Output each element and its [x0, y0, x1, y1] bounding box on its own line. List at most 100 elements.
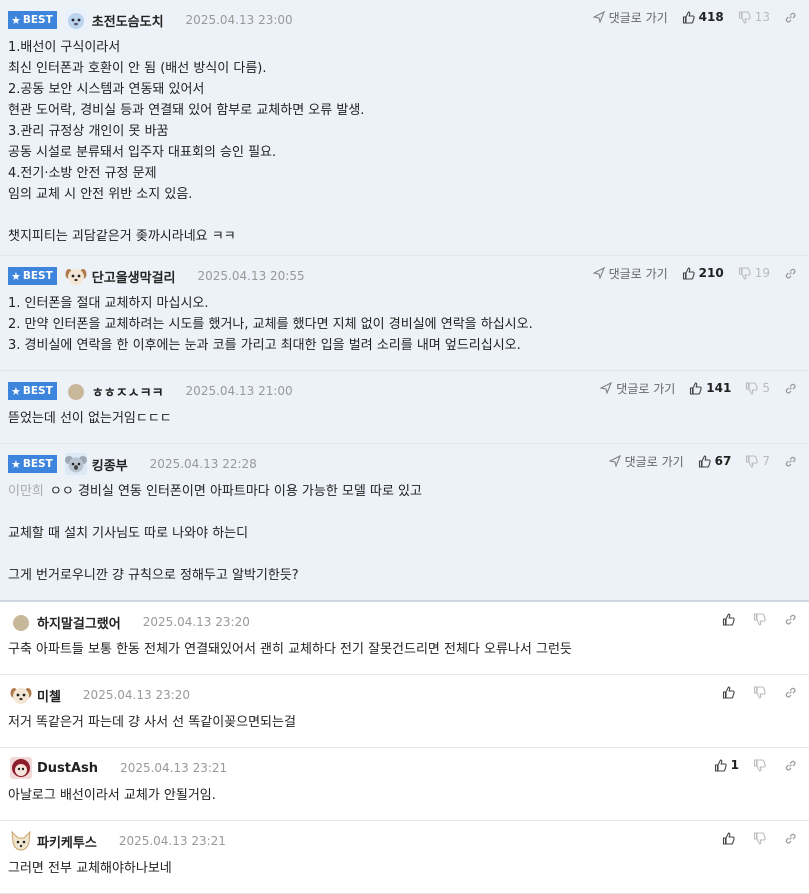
- comment-body: 1. 인터폰을 절대 교체하지 마십시오. 2. 만약 인터폰을 교체하려는 시도…: [8, 296, 533, 353]
- thumbs-down-icon: [746, 454, 759, 468]
- link-icon[interactable]: [784, 11, 801, 24]
- link-icon[interactable]: [784, 267, 801, 280]
- comment-header: 하지말걸그랬어 2025.04.13 23:20: [8, 609, 801, 635]
- best-badge: ★ BEST: [8, 382, 57, 400]
- comment-body: 이만희 ㅇㅇ 경비실 연동 인터폰이면 아파트마다 이용 가능한 모델 따로 있고…: [8, 484, 422, 583]
- star-icon: ★: [11, 457, 21, 471]
- nickname[interactable]: 하지말걸그랬어: [37, 613, 121, 632]
- comment-header: ★ BEST 초전도슴도치 2025.04.13 23:00 댓글로 가기 418…: [8, 7, 801, 33]
- comment-body: 1.배선이 구식이라서 최신 인터폰과 호환이 안 됨 (배선 방식이 다름). 2…: [8, 40, 365, 244]
- downvote-count: 5: [762, 381, 770, 395]
- comment-header: 파키케투스 2025.04.13 23:21: [8, 828, 801, 854]
- comment-date: 2025.04.13 21:00: [185, 384, 293, 398]
- comment-header: 미첼 2025.04.13 23:20: [8, 682, 801, 708]
- koala-icon[interactable]: [63, 451, 89, 477]
- comment-date: 2025.04.13 20:55: [197, 269, 305, 283]
- downvote-count: 7: [762, 454, 770, 468]
- upvote-count: 1: [730, 758, 739, 772]
- nickname[interactable]: 킹종부: [92, 455, 128, 474]
- reply-button[interactable]: 댓글로 가기: [608, 453, 684, 470]
- nickname[interactable]: 단고을생막걸리: [92, 267, 176, 286]
- character-avatar-icon[interactable]: [8, 755, 34, 781]
- mention-link[interactable]: 이만희: [8, 484, 44, 499]
- star-icon: ★: [11, 13, 21, 27]
- downvote-button[interactable]: [753, 685, 770, 699]
- comment-item: ★ BEST 단고을생막걸리 2025.04.13 20:55 댓글로 가기 21…: [0, 256, 809, 371]
- nickname[interactable]: 초전도슴도치: [92, 11, 164, 30]
- link-icon[interactable]: [784, 686, 801, 699]
- downvote-button[interactable]: 19: [738, 266, 770, 280]
- comment-item: DustAsh 2025.04.13 23:21 1 아날로그 배선이라서 교체…: [0, 748, 809, 821]
- default-avatar-icon[interactable]: [8, 609, 34, 635]
- thumbs-up-icon: [682, 10, 695, 24]
- comment-date: 2025.04.13 23:21: [120, 761, 228, 775]
- link-icon[interactable]: [784, 382, 801, 395]
- comment-actions: 1: [700, 755, 801, 775]
- reply-button[interactable]: 댓글로 가기: [592, 9, 668, 26]
- link-icon[interactable]: [784, 613, 801, 626]
- comment-body: 아날로그 배선이라서 교체가 안될거임.: [8, 788, 216, 803]
- downvote-button[interactable]: [753, 831, 770, 845]
- comment-header: DustAsh 2025.04.13 23:21 1: [8, 755, 801, 781]
- thumbs-up-icon: [698, 454, 711, 468]
- send-icon: [592, 267, 605, 279]
- upvote-count: 67: [714, 454, 732, 468]
- upvote-button[interactable]: [722, 831, 739, 845]
- thumbs-up-icon: [722, 685, 735, 699]
- downvote-button[interactable]: 7: [745, 454, 770, 468]
- comment-date: 2025.04.13 23:00: [185, 13, 293, 27]
- link-icon[interactable]: [784, 759, 801, 772]
- upvote-button[interactable]: 210: [682, 266, 724, 280]
- thumbs-up-icon: [722, 831, 735, 845]
- comment-date: 2025.04.13 23:20: [142, 615, 250, 629]
- thumbs-down-icon: [746, 381, 759, 395]
- nickname[interactable]: ㅎㅎㅈㅅㅋㅋ: [92, 382, 164, 401]
- nickname[interactable]: 미첼: [37, 686, 61, 705]
- comment-item: ★ BEST ㅎㅎㅈㅅㅋㅋ 2025.04.13 21:00 댓글로 가기 141…: [0, 371, 809, 444]
- downvote-button[interactable]: 5: [745, 381, 770, 395]
- nickname[interactable]: DustAsh: [37, 761, 98, 776]
- downvote-count: 19: [754, 266, 770, 280]
- upvote-button[interactable]: 67: [698, 454, 732, 468]
- best-badge: ★ BEST: [8, 11, 57, 29]
- thumbs-down-icon: [753, 685, 766, 699]
- downvote-button[interactable]: [753, 612, 770, 626]
- downvote-count: 13: [754, 10, 770, 24]
- hedgehog-icon[interactable]: [63, 7, 89, 33]
- upvote-button[interactable]: [722, 612, 739, 626]
- comment-body: 그러면 전부 교체해야하나보네: [8, 861, 172, 876]
- default-avatar-icon[interactable]: [63, 378, 89, 404]
- thumbs-up-icon: [690, 381, 702, 395]
- best-badge: ★ BEST: [8, 267, 57, 285]
- reply-button[interactable]: 댓글로 가기: [600, 380, 675, 397]
- comment-body: 구축 아파트들 보통 한동 전체가 연결돼있어서 괜히 교체하다 전기 잘못건드…: [8, 642, 572, 657]
- comment-body: 뜯었는데 선이 없는거임ㄷㄷㄷ: [8, 411, 172, 426]
- upvote-button[interactable]: 418: [682, 10, 724, 24]
- thumbs-up-icon: [682, 266, 695, 280]
- send-icon: [592, 11, 605, 23]
- comment-actions: 댓글로 가기 210 19: [579, 263, 801, 283]
- upvote-count: 210: [698, 266, 724, 280]
- reply-button[interactable]: 댓글로 가기: [592, 265, 668, 282]
- link-icon[interactable]: [784, 455, 801, 468]
- upvote-count: 418: [698, 10, 724, 24]
- comment-item: 하지말걸그랬어 2025.04.13 23:20 구축 아파트들 보통 한동 전…: [0, 602, 809, 675]
- upvote-button[interactable]: 141: [689, 381, 731, 395]
- downvote-button[interactable]: [753, 758, 770, 772]
- upvote-button[interactable]: 1: [714, 758, 739, 772]
- comment-date: 2025.04.13 23:21: [118, 834, 226, 848]
- puppy-icon[interactable]: [63, 263, 89, 289]
- upvote-button[interactable]: [722, 685, 739, 699]
- thumbs-down-icon: [753, 612, 766, 626]
- downvote-button[interactable]: 13: [738, 10, 770, 24]
- thumbs-up-icon: [714, 758, 727, 772]
- link-icon[interactable]: [784, 832, 801, 845]
- comment-actions: 댓글로 가기 67 7: [595, 451, 801, 471]
- nickname[interactable]: 파키케투스: [37, 832, 97, 851]
- comment-item: 파키케투스 2025.04.13 23:21 그러면 전부 교체해야하나보네: [0, 821, 809, 894]
- fox-icon[interactable]: [8, 828, 34, 854]
- comment-body: 저거 똑같은거 파는데 걍 사서 선 똑같이꽂으면되는걸: [8, 715, 296, 730]
- thumbs-up-icon: [722, 612, 735, 626]
- puppy-icon[interactable]: [8, 682, 34, 708]
- comment-actions: [708, 609, 801, 629]
